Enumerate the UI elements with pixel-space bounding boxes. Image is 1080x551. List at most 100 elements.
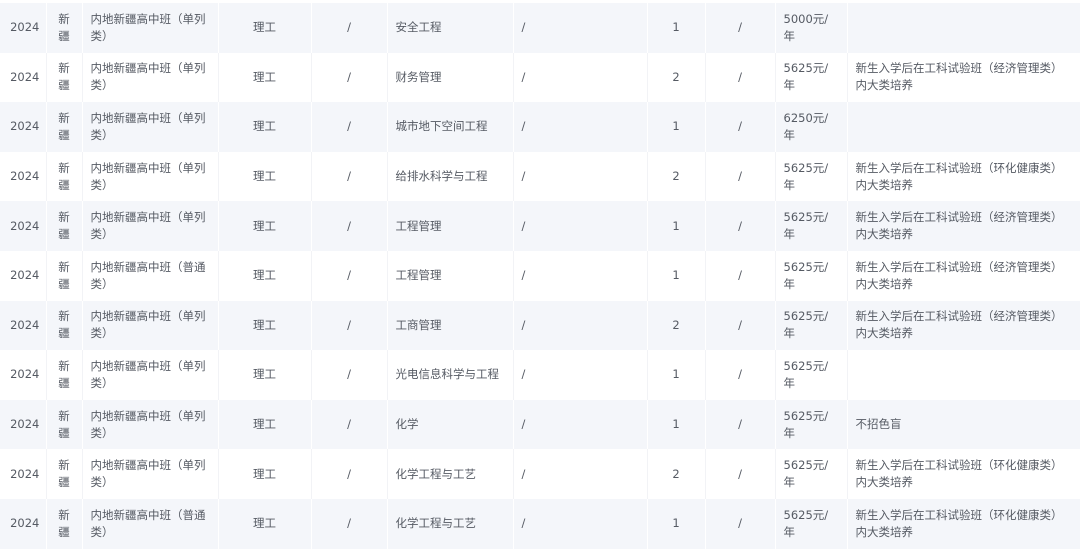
region-cell: 新疆 <box>46 300 83 351</box>
table-row: 2024 新疆 内地新疆高中班（单列类） 理工 / 光电信息科学与工程/1/5625元/年 <box>0 350 1080 400</box>
placeholder-cell: / <box>311 102 388 152</box>
tuition-cell: 5625元/年 <box>775 399 848 450</box>
year-cell: 2024 <box>0 52 47 103</box>
region-cell: 新疆 <box>46 3 83 53</box>
year-cell: 2024 <box>0 498 47 549</box>
placeholder-cell: / <box>705 250 776 301</box>
major-cell: 财务管理 <box>387 52 514 103</box>
count-cell: 1 <box>647 250 706 301</box>
note-cell <box>847 102 1080 152</box>
placeholder-cell: / <box>513 250 648 301</box>
placeholder-cell: / <box>311 399 388 450</box>
placeholder-cell: / <box>311 151 388 202</box>
note-cell: 新生入学后在工科试验班（环化健康类）内大类培养 <box>847 151 1080 202</box>
batch-cell: 内地新疆高中班（单列类） <box>82 350 219 400</box>
year-cell: 2024 <box>0 449 47 499</box>
subject-cell: 理工 <box>218 300 312 351</box>
placeholder-cell: / <box>513 151 648 202</box>
placeholder-cell: / <box>311 201 388 251</box>
note-cell <box>847 350 1080 400</box>
note-cell: 新生入学后在工科试验班（经济管理类）内大类培养 <box>847 201 1080 251</box>
batch-cell: 内地新疆高中班（单列类） <box>82 201 219 251</box>
batch-cell: 内地新疆高中班（单列类） <box>82 300 219 351</box>
placeholder-cell: / <box>705 449 776 499</box>
region-cell: 新疆 <box>46 498 83 549</box>
subject-cell: 理工 <box>218 399 312 450</box>
placeholder-cell: / <box>705 399 776 450</box>
note-cell: 新生入学后在工科试验班（经济管理类）内大类培养 <box>847 52 1080 103</box>
placeholder-cell: / <box>513 449 648 499</box>
batch-cell: 内地新疆高中班（单列类） <box>82 151 219 202</box>
subject-cell: 理工 <box>218 151 312 202</box>
year-cell: 2024 <box>0 399 47 450</box>
count-cell: 1 <box>647 201 706 251</box>
placeholder-cell: / <box>705 498 776 549</box>
note-cell: 新生入学后在工科试验班（环化健康类）内大类培养 <box>847 449 1080 499</box>
major-cell: 化学工程与工艺 <box>387 449 514 499</box>
major-cell: 化学 <box>387 399 514 450</box>
year-cell: 2024 <box>0 102 47 152</box>
tuition-cell: 5625元/年 <box>775 300 848 351</box>
subject-cell: 理工 <box>218 52 312 103</box>
table-row: 2024 新疆 内地新疆高中班（单列类） 理工 / 财务管理/2/5625元/年 新生入学后… <box>0 52 1080 103</box>
batch-cell: 内地新疆高中班（普通类） <box>82 498 219 549</box>
year-cell: 2024 <box>0 3 47 53</box>
region-cell: 新疆 <box>46 449 83 499</box>
placeholder-cell: / <box>311 350 388 400</box>
placeholder-cell: / <box>513 350 648 400</box>
admissions-table: 2024 新疆 内地新疆高中班（单列类） 理工 / 安全工程/1/5000元/年 2024 新… <box>0 3 1080 549</box>
batch-cell: 内地新疆高中班（单列类） <box>82 3 219 53</box>
placeholder-cell: / <box>513 498 648 549</box>
table-body: 2024 新疆 内地新疆高中班（单列类） 理工 / 安全工程/1/5000元/年 2024 新… <box>0 3 1080 549</box>
placeholder-cell: / <box>705 201 776 251</box>
tuition-cell: 5625元/年 <box>775 250 848 301</box>
tuition-cell: 6250元/年 <box>775 102 848 152</box>
placeholder-cell: / <box>705 300 776 351</box>
year-cell: 2024 <box>0 250 47 301</box>
placeholder-cell: / <box>311 52 388 103</box>
major-cell: 工商管理 <box>387 300 514 351</box>
region-cell: 新疆 <box>46 201 83 251</box>
placeholder-cell: / <box>513 102 648 152</box>
major-cell: 给排水科学与工程 <box>387 151 514 202</box>
placeholder-cell: / <box>513 201 648 251</box>
batch-cell: 内地新疆高中班（单列类） <box>82 449 219 499</box>
count-cell: 2 <box>647 52 706 103</box>
major-cell: 光电信息科学与工程 <box>387 350 514 400</box>
tuition-cell: 5625元/年 <box>775 498 848 549</box>
tuition-cell: 5625元/年 <box>775 449 848 499</box>
batch-cell: 内地新疆高中班（单列类） <box>82 52 219 103</box>
table-row: 2024 新疆 内地新疆高中班（单列类） 理工 / 给排水科学与工程/2/5625元/年新… <box>0 151 1080 202</box>
count-cell: 1 <box>647 102 706 152</box>
placeholder-cell: / <box>705 3 776 53</box>
placeholder-cell: / <box>311 250 388 301</box>
subject-cell: 理工 <box>218 3 312 53</box>
year-cell: 2024 <box>0 300 47 351</box>
table-row: 2024 新疆 内地新疆高中班（单列类） 理工 / 工程管理/1/5625元/年 新生入学后… <box>0 201 1080 251</box>
table-row: 2024 新疆 内地新疆高中班（单列类） 理工 / 工商管理/2/5625元/年 新生入学后… <box>0 300 1080 351</box>
table-row: 2024 新疆 内地新疆高中班（普通类） 理工 / 化学工程与工艺/1/5625元/年 新生… <box>0 498 1080 549</box>
subject-cell: 理工 <box>218 449 312 499</box>
region-cell: 新疆 <box>46 350 83 400</box>
tuition-cell: 5625元/年 <box>775 52 848 103</box>
major-cell: 城市地下空间工程 <box>387 102 514 152</box>
tuition-cell: 5625元/年 <box>775 151 848 202</box>
batch-cell: 内地新疆高中班（普通类） <box>82 250 219 301</box>
placeholder-cell: / <box>311 300 388 351</box>
region-cell: 新疆 <box>46 52 83 103</box>
placeholder-cell: / <box>705 151 776 202</box>
placeholder-cell: / <box>513 3 648 53</box>
placeholder-cell: / <box>311 498 388 549</box>
note-cell: 新生入学后在工科试验班（经济管理类）内大类培养 <box>847 250 1080 301</box>
tuition-cell: 5000元/年 <box>775 3 848 53</box>
subject-cell: 理工 <box>218 102 312 152</box>
major-cell: 工程管理 <box>387 250 514 301</box>
tuition-cell: 5625元/年 <box>775 201 848 251</box>
note-cell: 新生入学后在工科试验班（环化健康类）内大类培养 <box>847 498 1080 549</box>
placeholder-cell: / <box>705 350 776 400</box>
table-row: 2024 新疆 内地新疆高中班（单列类） 理工 / 化学工程与工艺/2/5625元/年 新生… <box>0 449 1080 499</box>
major-cell: 工程管理 <box>387 201 514 251</box>
table-row: 2024 新疆 内地新疆高中班（单列类） 理工 / 城市地下空间工程/1/6250元/年 <box>0 102 1080 152</box>
region-cell: 新疆 <box>46 102 83 152</box>
year-cell: 2024 <box>0 151 47 202</box>
